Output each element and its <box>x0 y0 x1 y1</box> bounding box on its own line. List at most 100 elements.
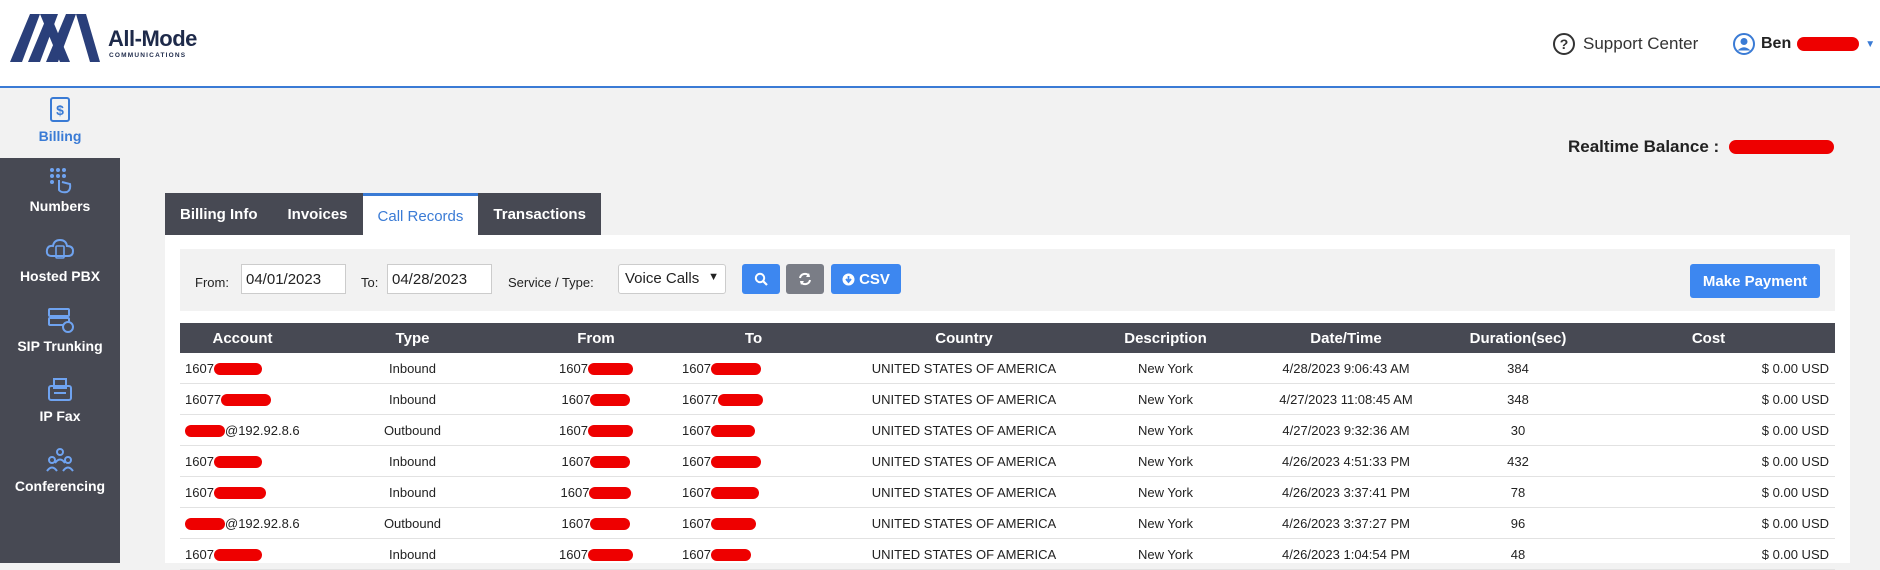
header-description[interactable]: Description <box>1093 323 1238 353</box>
header-from[interactable]: From <box>520 323 672 353</box>
user-menu[interactable]: Ben ▼ <box>1733 30 1875 58</box>
redacted-to <box>710 549 751 562</box>
redacted-to <box>718 394 764 407</box>
cell-duration: 348 <box>1454 383 1582 415</box>
sidebar-label-conferencing: Conferencing <box>14 478 106 494</box>
cell-to: 1607 <box>672 507 835 539</box>
service-type-label: Service / Type: <box>508 275 594 290</box>
account-prefix: 1607 <box>185 484 214 500</box>
sidebar-label-sip-trunking: SIP Trunking <box>17 338 103 354</box>
cell-description: New York <box>1093 476 1238 508</box>
cell-type: Inbound <box>305 445 520 477</box>
cell-country: UNITED STATES OF AMERICA <box>835 507 1093 539</box>
call-records-table: Account Type From To Country Description… <box>180 323 1835 570</box>
to-prefix: 16077 <box>682 391 719 407</box>
from-label: From: <box>195 275 229 290</box>
csv-label: CSV <box>859 270 890 288</box>
cell-type: Outbound <box>305 414 520 446</box>
account-suffix: @192.92.8.6 <box>225 515 300 531</box>
redacted-account <box>213 549 262 562</box>
from-date-input[interactable] <box>241 264 346 294</box>
top-header: All-Mode COMMUNICATIONS ? Support Center… <box>0 0 1880 88</box>
redacted-from <box>590 456 631 469</box>
header-duration[interactable]: Duration(sec) <box>1454 323 1582 353</box>
tab-billing-info[interactable]: Billing Info <box>165 193 272 235</box>
search-button[interactable] <box>742 264 780 294</box>
cell-from: 1607 <box>520 538 672 570</box>
user-avatar-icon <box>1733 33 1755 55</box>
to-label: To: <box>361 275 379 290</box>
cell-datetime: 4/26/2023 3:37:27 PM <box>1238 507 1454 539</box>
to-prefix: 1607 <box>682 515 711 531</box>
cell-datetime: 4/26/2023 3:37:41 PM <box>1238 476 1454 508</box>
to-prefix: 1607 <box>682 453 711 469</box>
sidebar-item-numbers[interactable]: Numbers <box>0 158 120 228</box>
sidebar-item-sip-trunking[interactable]: SIP Trunking <box>0 298 120 368</box>
cloud-phone-icon <box>45 238 75 259</box>
cell-account: 16077 <box>180 383 305 415</box>
to-date-input[interactable] <box>387 264 492 294</box>
cell-datetime: 4/26/2023 4:51:33 PM <box>1238 445 1454 477</box>
make-payment-button[interactable]: Make Payment <box>1690 264 1820 298</box>
cell-country: UNITED STATES OF AMERICA <box>835 383 1093 415</box>
brand-logo[interactable]: All-Mode COMMUNICATIONS <box>10 14 200 64</box>
cell-country: UNITED STATES OF AMERICA <box>835 414 1093 446</box>
tab-invoices[interactable]: Invoices <box>272 193 362 235</box>
table-row: 1607 Inbound 1607 1607 UNITED STATES OF AMER… <box>180 353 1835 384</box>
sidebar-item-hosted-pbx[interactable]: Hosted PBX <box>0 228 120 298</box>
redacted-from <box>587 425 633 438</box>
cell-datetime: 4/26/2023 1:04:54 PM <box>1238 538 1454 570</box>
tab-call-records[interactable]: Call Records <box>362 193 479 235</box>
cell-from: 1607 <box>520 476 672 508</box>
redacted-to <box>710 363 761 376</box>
account-prefix: 16077 <box>185 391 222 407</box>
cell-cost: $ 0.00 USD <box>1582 383 1835 415</box>
cell-duration: 48 <box>1454 538 1582 570</box>
chevron-down-icon: ▼ <box>1865 38 1876 50</box>
table-row: @192.92.8.6 Outbound 1607 1607 UNITED STATES… <box>180 507 1835 539</box>
sidebar-nav: $ Billing Numbers Hosted PBX SIP Trunkin… <box>0 88 120 563</box>
keypad-hand-icon <box>50 168 72 194</box>
user-name: Ben <box>1761 35 1792 52</box>
service-type-value: Voice Calls <box>625 270 700 287</box>
svg-text:$: $ <box>56 102 64 118</box>
sidebar-item-billing[interactable]: $ Billing <box>0 88 120 158</box>
header-to[interactable]: To <box>672 323 835 353</box>
table-header-row: Account Type From To Country Description… <box>180 323 1835 353</box>
from-prefix: 1607 <box>561 453 591 469</box>
cell-from: 1607 <box>520 383 672 415</box>
cell-datetime: 4/27/2023 11:08:45 AM <box>1238 383 1454 415</box>
header-account[interactable]: Account <box>180 323 305 353</box>
redacted-to <box>710 487 759 500</box>
support-center-link[interactable]: ? Support Center <box>1553 30 1698 58</box>
cell-cost: $ 0.00 USD <box>1582 353 1835 384</box>
cell-country: UNITED STATES OF AMERICA <box>835 353 1093 384</box>
tab-transactions[interactable]: Transactions <box>478 193 601 235</box>
to-prefix: 1607 <box>682 484 711 500</box>
redacted-account <box>221 394 272 407</box>
cell-account: @192.92.8.6 <box>180 414 305 446</box>
table-row: 16077 Inbound 1607 16077 UNITED STATES OF AM… <box>180 383 1835 415</box>
redacted-from <box>587 549 633 562</box>
server-icon <box>48 308 74 333</box>
help-circle-icon: ? <box>1553 33 1575 55</box>
sidebar-item-ip-fax[interactable]: IP Fax <box>0 368 120 438</box>
brand-name: All-Mode <box>108 26 197 51</box>
header-cost[interactable]: Cost <box>1582 323 1835 353</box>
sidebar-item-conferencing[interactable]: Conferencing <box>0 438 120 508</box>
header-type[interactable]: Type <box>305 323 520 353</box>
header-datetime[interactable]: Date/Time <box>1238 323 1454 353</box>
refresh-button[interactable] <box>786 264 824 294</box>
cell-cost: $ 0.00 USD <box>1582 445 1835 477</box>
download-circle-icon <box>842 273 855 285</box>
cell-account: 1607 <box>180 445 305 477</box>
from-prefix: 1607 <box>559 546 588 562</box>
service-type-select[interactable]: Voice Calls ▼ <box>618 264 726 294</box>
header-country[interactable]: Country <box>835 323 1093 353</box>
redacted-balance-value <box>1729 140 1835 154</box>
cell-cost: $ 0.00 USD <box>1582 507 1835 539</box>
cell-duration: 432 <box>1454 445 1582 477</box>
csv-export-button[interactable]: CSV <box>831 264 901 294</box>
cell-type: Inbound <box>305 476 520 508</box>
redacted-from <box>590 394 631 407</box>
